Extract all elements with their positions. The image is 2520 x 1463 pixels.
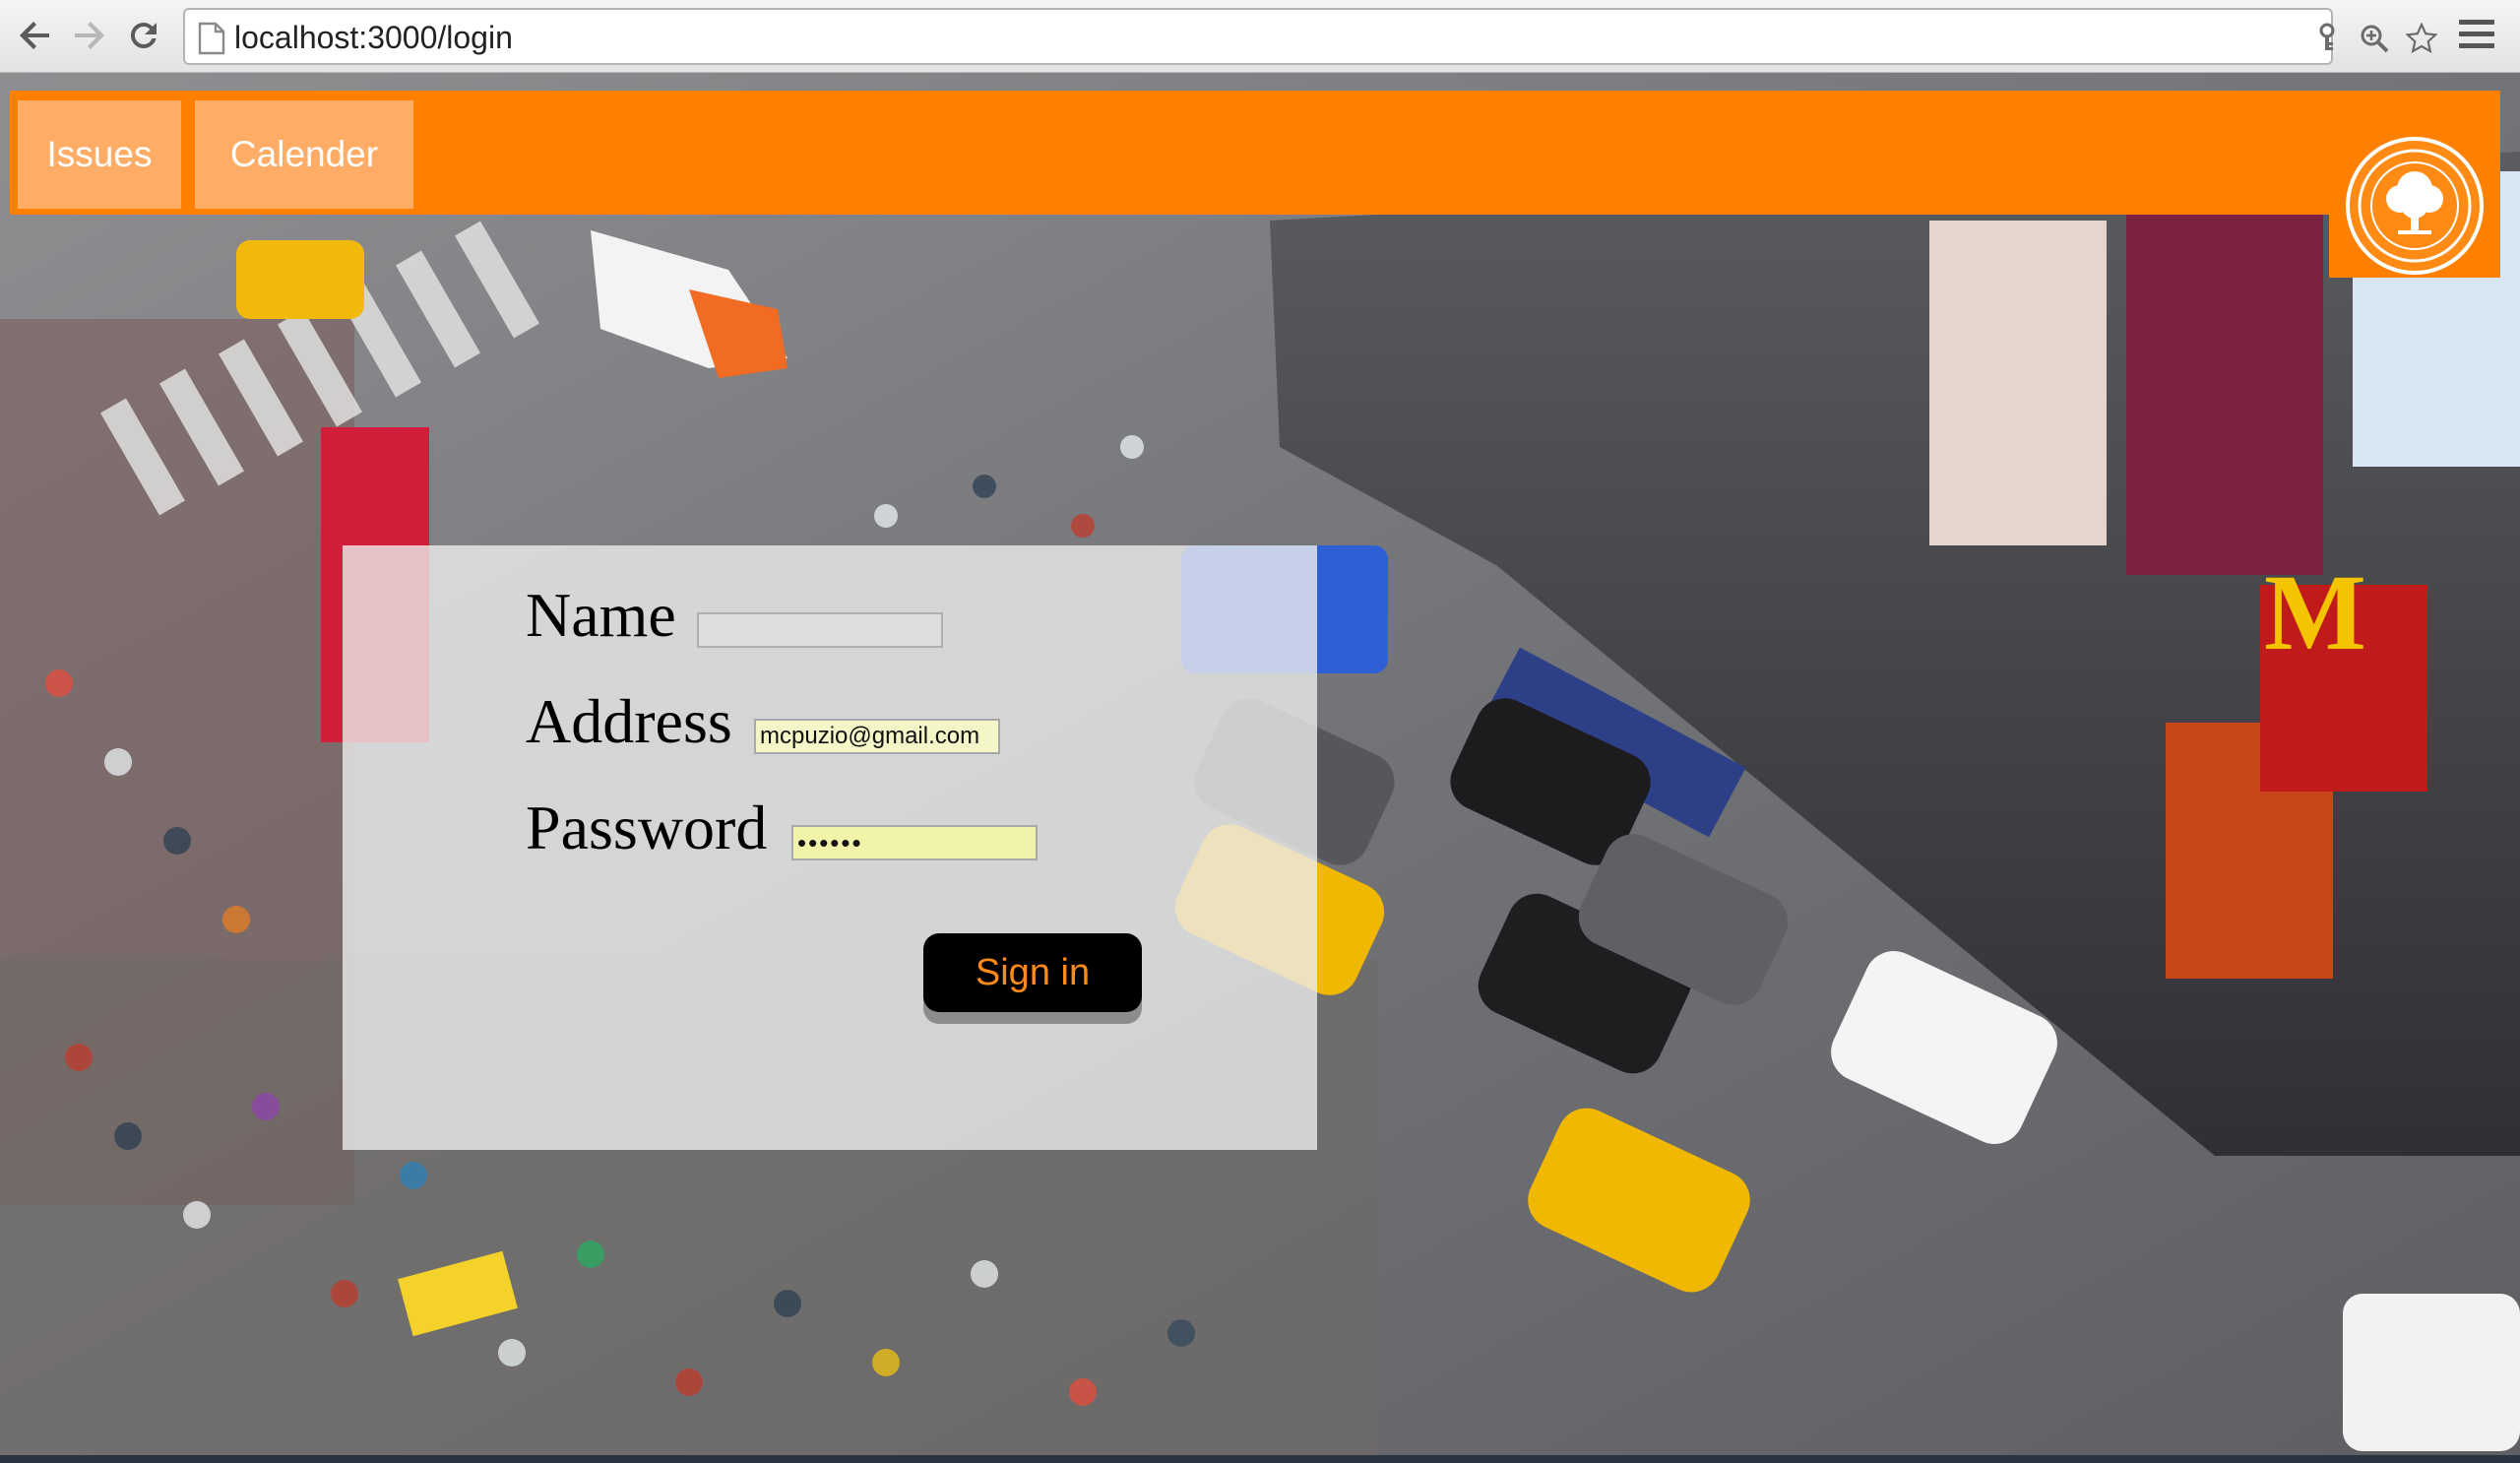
login-form: Name Address Password Sign in: [343, 545, 1317, 1150]
svg-text:M: M: [2264, 552, 2366, 672]
url-host: localhost: [234, 20, 359, 55]
nav-link-issues[interactable]: Issues: [18, 100, 181, 209]
address-bar[interactable]: localhost:3000/login: [183, 8, 2438, 65]
key-icon[interactable]: [2311, 23, 2343, 54]
url-path: :3000/login: [358, 20, 513, 55]
reload-icon[interactable]: [122, 14, 165, 57]
nav-link-calendar[interactable]: Calender: [195, 100, 413, 209]
hamburger-menu-icon[interactable]: [2459, 20, 2494, 53]
url-text[interactable]: localhost:3000/login: [234, 20, 513, 55]
back-icon[interactable]: [14, 14, 57, 57]
name-input[interactable]: [697, 612, 943, 648]
address-label: Address: [526, 686, 732, 756]
name-label: Name: [526, 580, 676, 650]
window-bottom-edge: [0, 1455, 2520, 1463]
sign-in-button[interactable]: Sign in: [923, 933, 1142, 1012]
password-label: Password: [526, 793, 768, 862]
top-navigation-bar: Issues Calender: [10, 91, 2500, 215]
forward-icon[interactable]: [67, 14, 110, 57]
site-logo[interactable]: [2329, 91, 2500, 278]
city-seal-tree-logo: [2346, 137, 2484, 275]
page-icon: [197, 22, 226, 55]
star-icon[interactable]: [2405, 22, 2438, 54]
zoom-icon[interactable]: [2359, 23, 2390, 54]
address-input[interactable]: [754, 719, 1000, 754]
password-input[interactable]: [791, 825, 1038, 860]
page-viewport: M Issues Calender Name Address mcpuzio@g…: [0, 73, 2520, 1455]
browser-toolbar: localhost:3000/login: [0, 0, 2520, 73]
